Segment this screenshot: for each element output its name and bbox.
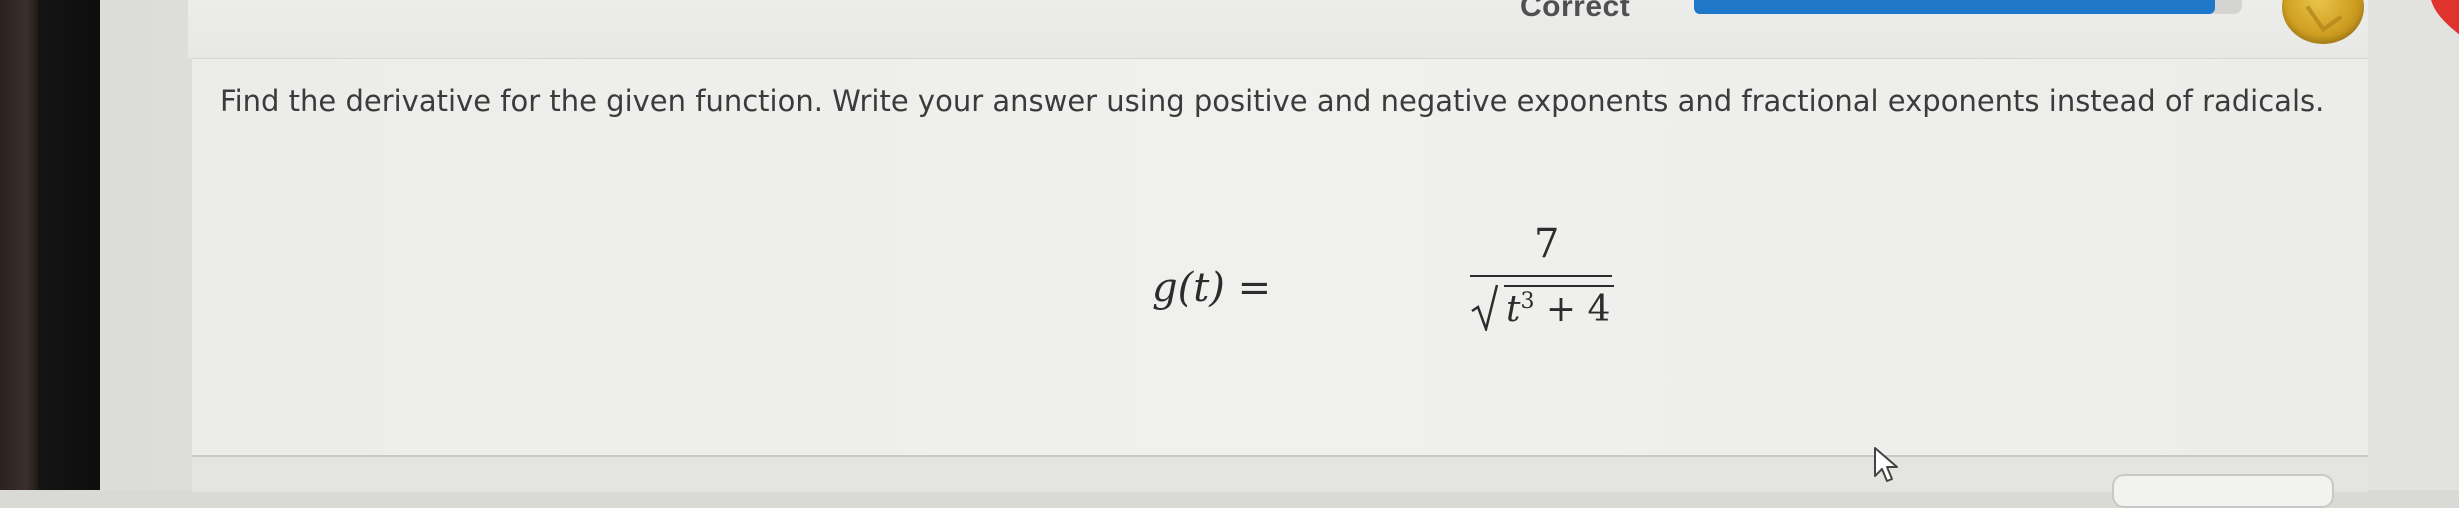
question-panel: Find the derivative for the given functi… bbox=[192, 58, 2368, 455]
status-label: Correct bbox=[1520, 0, 1631, 23]
next-button[interactable] bbox=[2112, 474, 2334, 508]
progress-bar bbox=[1694, 0, 2242, 14]
radicand-rest: + 4 bbox=[1545, 289, 1611, 330]
radicand-exponent: 3 bbox=[1520, 289, 1535, 314]
monitor-bezel-left bbox=[0, 0, 38, 490]
top-bar: Correct bbox=[188, 0, 2459, 58]
progress-bar-fill bbox=[1694, 0, 2215, 14]
coin-glyph-icon bbox=[2305, 0, 2343, 33]
answer-area-edge bbox=[192, 455, 2368, 492]
coin-icon[interactable] bbox=[2282, 0, 2364, 44]
question-prompt: Find the derivative for the given functi… bbox=[220, 84, 2325, 118]
radical-sign-icon bbox=[1471, 284, 1498, 331]
function-equation: g(t) = 7 t3 + 4 bbox=[1152, 219, 1652, 359]
heart-icon[interactable] bbox=[2426, 0, 2459, 48]
equation-lhs: g(t) = bbox=[1152, 265, 1272, 311]
fraction-bar bbox=[1470, 275, 1612, 277]
mouse-cursor-icon bbox=[1874, 447, 1898, 482]
monitor-bezel-inner bbox=[38, 0, 100, 490]
equation-numerator: 7 bbox=[1534, 221, 1560, 267]
radicand-base: t bbox=[1506, 289, 1521, 330]
equation-radicand: t3 + 4 bbox=[1504, 285, 1615, 330]
